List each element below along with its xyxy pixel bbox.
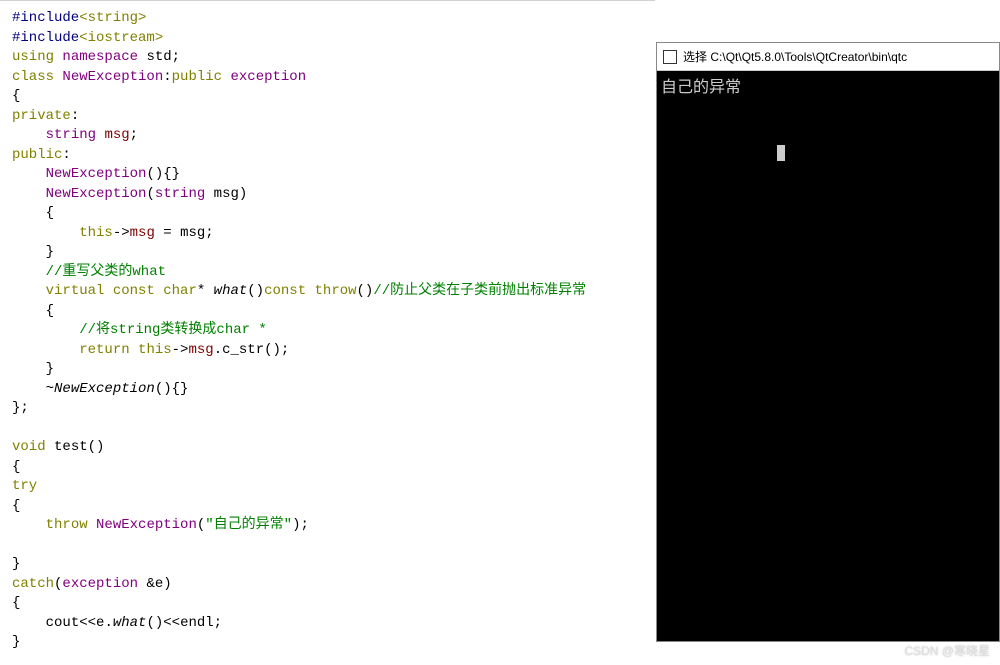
- code-line: throw NewException("自己的异常");: [12, 516, 655, 536]
- console-line: 自己的异常: [661, 73, 995, 97]
- console-window[interactable]: 选择 C:\Qt\Qt5.8.0\Tools\QtCreator\bin\qtc…: [656, 42, 1000, 642]
- code-line: };: [12, 399, 655, 419]
- code-line: virtual const char* what()const throw()/…: [12, 282, 655, 302]
- code-line: {: [12, 594, 655, 614]
- code-line: }: [12, 243, 655, 263]
- code-editor[interactable]: #include<string> #include<iostream> usin…: [0, 0, 655, 665]
- code-line: ~NewException(){}: [12, 380, 655, 400]
- code-line: using namespace std;: [12, 48, 655, 68]
- code-line: {: [12, 204, 655, 224]
- code-line: }: [12, 360, 655, 380]
- code-line: NewException(string msg): [12, 185, 655, 205]
- code-line: {: [12, 458, 655, 478]
- console-output[interactable]: 自己的异常: [657, 71, 999, 641]
- code-line: #include<string>: [12, 9, 655, 29]
- code-line: cout<<e.what()<<endl;: [12, 614, 655, 634]
- code-line: {: [12, 302, 655, 322]
- code-line: private:: [12, 107, 655, 127]
- code-line: catch(exception &e): [12, 575, 655, 595]
- console-app-icon: [663, 50, 677, 64]
- code-line: {: [12, 87, 655, 107]
- code-line: void test(): [12, 438, 655, 458]
- code-line: this->msg = msg;: [12, 224, 655, 244]
- code-line: [12, 536, 655, 556]
- console-title-text: 选择 C:\Qt\Qt5.8.0\Tools\QtCreator\bin\qtc: [683, 48, 907, 65]
- code-line: class NewException:public exception: [12, 68, 655, 88]
- code-line: [12, 419, 655, 439]
- code-line: NewException(){}: [12, 165, 655, 185]
- code-line: public:: [12, 146, 655, 166]
- code-line: return this->msg.c_str();: [12, 341, 655, 361]
- code-line: }: [12, 633, 655, 653]
- code-line: string msg;: [12, 126, 655, 146]
- code-line: {: [12, 497, 655, 517]
- code-line: //重写父类的what: [12, 263, 655, 283]
- code-line: try: [12, 477, 655, 497]
- code-line: #include<iostream>: [12, 29, 655, 49]
- code-line: }: [12, 555, 655, 575]
- console-cursor: [777, 145, 785, 161]
- watermark: CSDN @寒晓星: [904, 642, 990, 659]
- console-titlebar[interactable]: 选择 C:\Qt\Qt5.8.0\Tools\QtCreator\bin\qtc: [657, 43, 999, 71]
- code-line: //将string类转换成char *: [12, 321, 655, 341]
